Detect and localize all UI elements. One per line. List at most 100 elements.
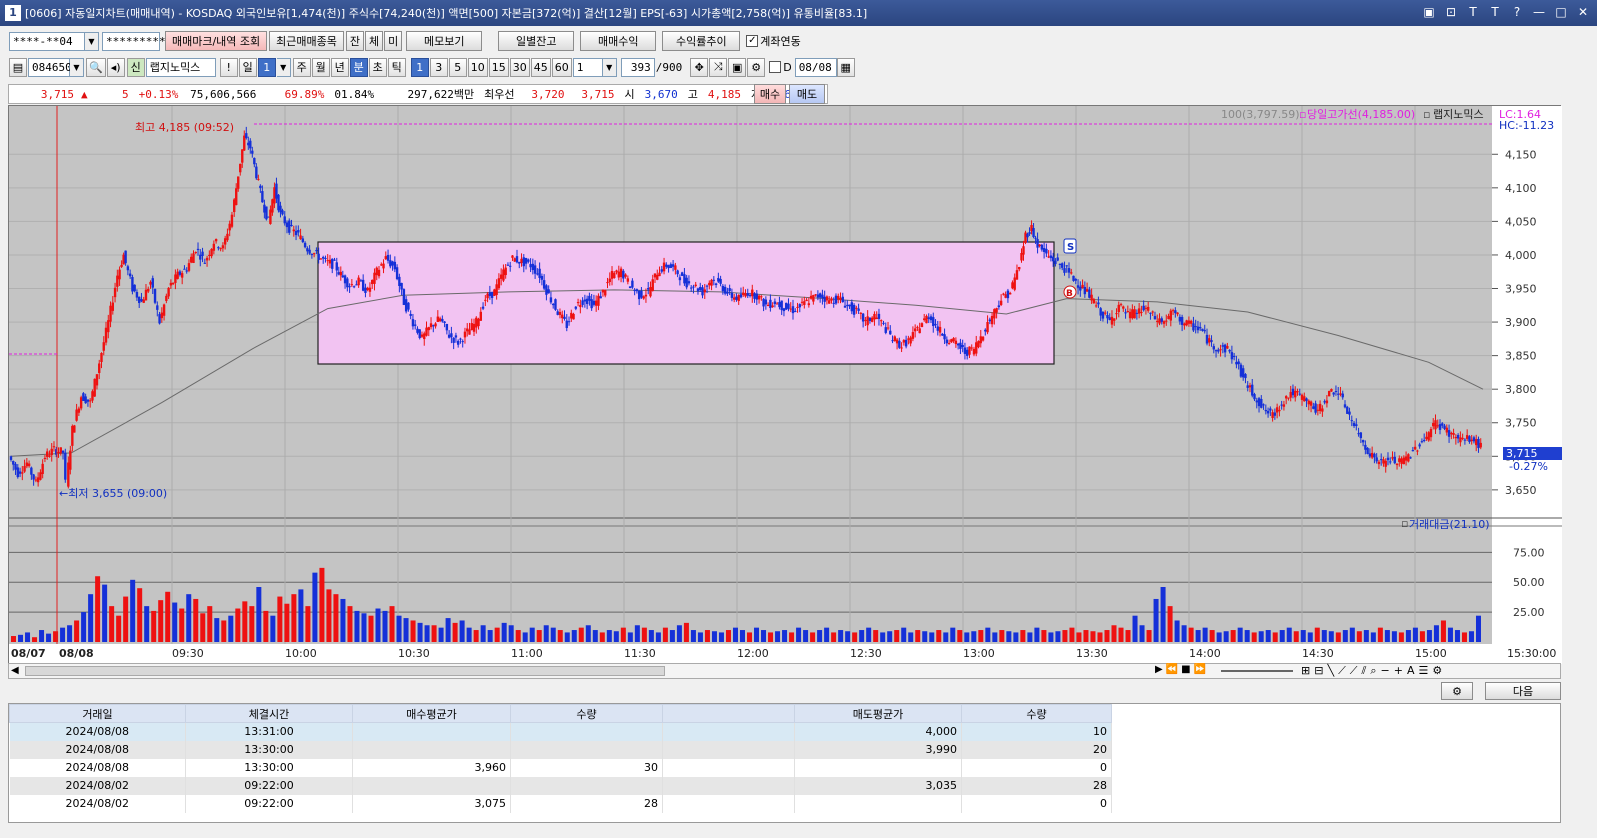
list-icon[interactable]: ☰ (1419, 664, 1429, 678)
split-icon[interactable]: ⊟ (1314, 664, 1323, 678)
scroll-left-icon[interactable]: ◀ (11, 665, 19, 676)
crosshair-icon[interactable]: ✥ (690, 57, 709, 77)
account-dropdown-icon[interactable]: ▼ (85, 31, 99, 51)
next-button[interactable]: 다음 (1485, 682, 1561, 700)
layout-icon[interactable]: ⊞ (1301, 664, 1310, 678)
calendar-icon[interactable]: ▦ (836, 57, 855, 77)
sell-button[interactable]: 매도 (789, 84, 825, 104)
col-sell-avg[interactable]: 매도평균가 (794, 704, 962, 723)
col-sell-qty[interactable]: 수량 (961, 704, 1112, 723)
magnify-icon[interactable]: ⌕ (1370, 664, 1376, 678)
candle-body (162, 304, 166, 316)
zoom-slider[interactable] (1221, 670, 1293, 672)
settings-icon[interactable]: ⚙ (747, 57, 766, 77)
zoom-in-icon[interactable]: + (1394, 664, 1403, 678)
draw-trend-icon[interactable]: ⟋ (1338, 664, 1346, 678)
draw-fib-icon[interactable]: ⟋ (1350, 664, 1358, 678)
save-icon[interactable]: ▣ (728, 57, 747, 77)
zoom-out-icon[interactable]: − (1381, 664, 1390, 678)
quote-bar: 3,715 ▲ 5 +0.13% 75,606,566 69.89% 01.84… (8, 84, 828, 104)
minimize-icon[interactable]: — (1531, 4, 1547, 20)
period-day[interactable]: 일 (238, 57, 257, 77)
col-time[interactable]: 체결시간 (185, 704, 353, 723)
link-screen-icon[interactable]: ▣ (1421, 4, 1437, 20)
account-link-checkbox[interactable]: ✓ (746, 35, 759, 47)
interval-dropdown-icon[interactable]: ▼ (602, 57, 617, 77)
chart-scrollbar[interactable]: ◀ ▶ ⏪ ■ ⏩ ⊞ ⊟ ╲ ⟋ ⟋ ⫽ ⌕ − + A ☰ ⚙ (8, 663, 1561, 679)
pin-icon[interactable]: T (1465, 4, 1481, 20)
stock-code-dropdown-icon[interactable]: ▼ (70, 57, 84, 77)
copy-screen-icon[interactable]: ⊡ (1443, 4, 1459, 20)
minute-45[interactable]: 45 (530, 57, 551, 77)
account-input[interactable]: ****-**04 (9, 31, 85, 51)
alert-icon[interactable]: ! (219, 57, 238, 77)
trade-mark-button[interactable]: 매매마크/내역 조회 (165, 31, 268, 51)
unfilled-button[interactable]: 미 (384, 31, 403, 51)
search-icon[interactable]: 🔍 (86, 57, 106, 77)
col-buy-qty[interactable]: 수량 (510, 704, 663, 723)
minute-1[interactable]: 1 (410, 57, 429, 77)
minute-60[interactable]: 60 (551, 57, 572, 77)
date-input[interactable]: 08/08 (794, 57, 837, 77)
period-week[interactable]: 주 (292, 57, 311, 77)
col-date[interactable]: 거래일 (9, 704, 186, 723)
period-year[interactable]: 년 (330, 57, 349, 77)
maximize-icon[interactable]: □ (1553, 4, 1569, 20)
font-icon[interactable]: T (1487, 4, 1503, 20)
executed-button[interactable]: 체 (365, 31, 384, 51)
col-buy-avg[interactable]: 매수평균가 (352, 704, 511, 723)
candle-body (766, 304, 770, 307)
period-second[interactable]: 초 (368, 57, 387, 77)
candle-body (685, 277, 688, 288)
help-icon[interactable]: ? (1509, 4, 1525, 20)
stop-icon[interactable]: ■ (1181, 664, 1190, 675)
stock-list-icon[interactable]: ▤ (9, 57, 27, 77)
price-chart[interactable]: 최고 4,185 (09:52) ←최저 3,655 (09:00) S B 1… (9, 106, 1562, 664)
compare-icon[interactable]: ⤨ (709, 57, 728, 77)
table-row[interactable]: 2024/08/08 13:31:00 4,000 10 (9, 722, 1112, 741)
daily-balance-button[interactable]: 일별잔고 (498, 31, 575, 51)
table-row[interactable]: 2024/08/02 09:22:00 3,035 28 (9, 776, 1112, 795)
close-icon[interactable]: ✕ (1575, 4, 1591, 20)
draw-channel-icon[interactable]: ⫽ (1361, 664, 1366, 678)
minute-10[interactable]: 10 (467, 57, 488, 77)
speaker-icon[interactable]: ◂) (106, 57, 125, 77)
volume-bar (1013, 632, 1019, 642)
period-minute[interactable]: 분 (349, 57, 368, 77)
return-trend-button[interactable]: 수익률추이 (662, 31, 741, 51)
buy-button[interactable]: 매수 (754, 84, 786, 104)
minute-15[interactable]: 15 (488, 57, 509, 77)
balance-button[interactable]: 잔 (345, 31, 365, 51)
minute-3[interactable]: 3 (429, 57, 448, 77)
interval-input[interactable]: 1 (572, 57, 603, 77)
period-dropdown-icon[interactable]: ▼ (276, 57, 291, 77)
consolidation-box[interactable] (317, 241, 1055, 365)
password-input[interactable]: ********* (102, 31, 166, 51)
candle-body (398, 276, 401, 286)
period-tick[interactable]: 틱 (387, 57, 406, 77)
recent-trades-button[interactable]: 최근매매종목 (269, 31, 344, 51)
candle-body (1196, 326, 1200, 331)
memo-button[interactable]: 메모보기 (406, 31, 483, 51)
period-month[interactable]: 월 (311, 57, 330, 77)
count-input[interactable]: 393 (620, 57, 655, 77)
candle-body (57, 451, 60, 453)
chart-area[interactable]: 최고 4,185 (09:52) ←최저 3,655 (09:00) S B 1… (8, 105, 1562, 664)
scroll-thumb[interactable] (25, 666, 665, 676)
text-tool-icon[interactable]: A (1407, 664, 1415, 678)
minute-5[interactable]: 5 (448, 57, 467, 77)
table-settings-icon[interactable]: ⚙ (1441, 682, 1473, 700)
table-row[interactable]: 2024/08/08 13:30:00 3,960 30 0 (9, 758, 1112, 777)
trade-profit-button[interactable]: 매매수익 (580, 31, 657, 51)
rewind-icon[interactable]: ⏪ (1166, 664, 1178, 675)
table-row[interactable]: 2024/08/02 09:22:00 3,075 28 0 (9, 794, 1112, 813)
stock-code-input[interactable]: 084650 (28, 57, 72, 77)
play-icon[interactable]: ▶ (1155, 664, 1163, 675)
draw-line-icon[interactable]: ╲ (1327, 664, 1334, 678)
forward-icon[interactable]: ⏩ (1194, 664, 1206, 675)
table-row[interactable]: 2024/08/08 13:30:00 3,990 20 (9, 740, 1112, 759)
chart-settings-icon[interactable]: ⚙ (1432, 664, 1442, 678)
minute-30[interactable]: 30 (509, 57, 530, 77)
date-checkbox[interactable] (769, 61, 782, 73)
period-day-count[interactable]: 1 (257, 57, 276, 77)
